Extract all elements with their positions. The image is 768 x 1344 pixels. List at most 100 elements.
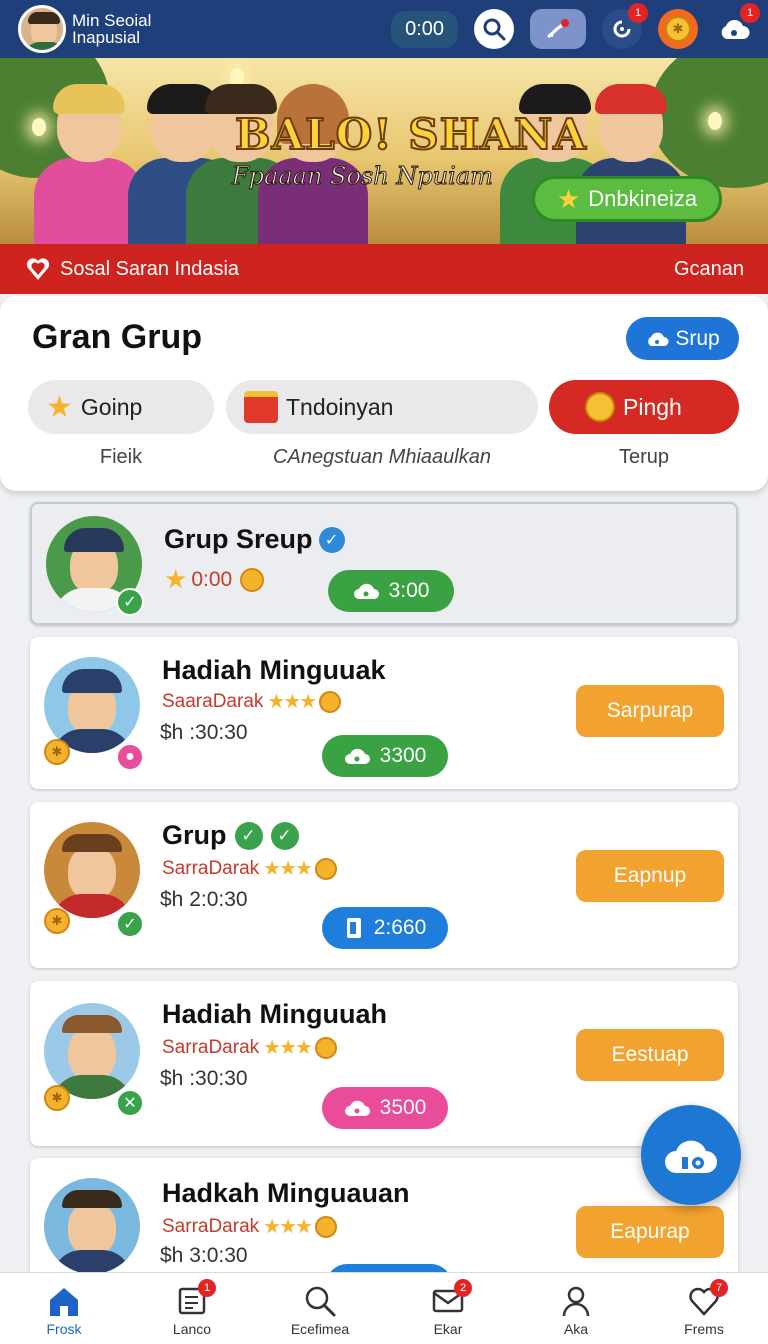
coin-icon: ✱ — [44, 908, 70, 934]
nav-ekar[interactable]: 2 Ekar — [384, 1273, 512, 1344]
reward-chip: 3500 — [322, 1087, 448, 1129]
nav-home[interactable]: Frosk — [0, 1273, 128, 1344]
coin-icon — [240, 567, 265, 592]
cloud-settings-icon — [665, 1140, 717, 1173]
cloud-button[interactable]: 1 — [714, 3, 760, 49]
rating-stars: ★★★ — [263, 858, 313, 880]
cloud-badge: 1 — [740, 3, 760, 23]
timer-display: 0:00 — [391, 10, 458, 48]
star-icon: ★ — [46, 390, 73, 424]
top-app-bar: Min Seoial Inapusial 0:00 1 ✱ 1 — [0, 0, 768, 58]
nav-label: Lanco — [172, 1321, 212, 1337]
list-item[interactable]: ✱ ✓ Grup ✓ ✓ SarraDarak ★★★ $h 2:0:30 2:6… — [30, 802, 738, 968]
list-item[interactable]: ✱ ● Hadiah Minguuak SaaraDarak ★★★ $h :30… — [30, 637, 738, 789]
filter-caption: Fieik — [99, 446, 143, 468]
community-bar[interactable]: Sosal Saran Indasia Gcanan — [0, 244, 768, 294]
reward-chip: 2:660 — [322, 907, 448, 949]
item-time: $h 2:0:30 — [160, 888, 248, 911]
item-sub: SarraDarak ★★★ — [162, 1035, 337, 1060]
cloud-fab-button[interactable] — [641, 1105, 741, 1205]
verified-check-icon: ✕ — [116, 1089, 144, 1117]
star-icon: ★ — [164, 564, 188, 594]
community-right-link[interactable]: Gcanan — [674, 258, 744, 281]
item-title: Grup Sreup ✓ — [164, 524, 345, 555]
search-button[interactable] — [474, 9, 514, 49]
document-icon — [346, 918, 361, 938]
rating-stars: ★★★ — [263, 1216, 313, 1238]
nav-badge: 7 — [710, 1279, 728, 1297]
cloud-icon — [353, 583, 379, 599]
nav-ecefimea[interactable]: Ecefimea — [256, 1273, 384, 1344]
broadcast-button[interactable] — [530, 9, 586, 49]
filter-label: Pingh — [623, 393, 682, 420]
item-title: Hadiah Minguuah — [162, 999, 387, 1029]
cloud-icon — [648, 332, 669, 346]
filter-caption: CAnegstuan Mhiaaulkan — [273, 446, 491, 468]
item-action-button[interactable]: Eapurap — [576, 1206, 724, 1258]
group-card: Gran Grup Srup ★ Goinp Tndoinyan Pingh F… — [0, 296, 768, 491]
list-item[interactable]: ✓ Grup Sreup ✓ ★ 0:00 3:00 — [30, 502, 738, 625]
refresh-icon — [613, 20, 631, 38]
cloud-icon — [344, 748, 370, 764]
check-icon: ✓ — [270, 821, 299, 850]
nav-lanco[interactable]: 1 Lanco — [128, 1273, 256, 1344]
cloud-icon — [344, 1100, 370, 1116]
coin-icon — [314, 857, 337, 880]
item-title: Grup ✓ ✓ — [162, 820, 299, 851]
item-sub: SaaraDarak ★★★ — [162, 689, 342, 714]
rating-stars: ★★★ — [263, 1037, 313, 1059]
heart-location-icon — [26, 258, 50, 280]
coin-button[interactable]: ✱ — [658, 9, 698, 49]
refresh-badge: 1 — [628, 3, 648, 23]
item-action-button[interactable]: Eapnup — [576, 850, 724, 902]
nav-frems[interactable]: 7 Frems — [640, 1273, 768, 1344]
signal-icon — [547, 19, 569, 39]
item-title: Hadkah Minguauan — [162, 1178, 410, 1208]
item-time: $h 3:0:30 — [160, 1244, 248, 1267]
banner-cta-button[interactable]: ★ Dnbkineiza — [532, 176, 722, 222]
search-icon — [483, 18, 506, 41]
verified-icon: ✓ — [318, 526, 345, 553]
app-title: Min Seoial Inapusial — [72, 11, 152, 47]
bottom-nav: Frosk 1 Lanco Ecefimea 2 Ekar Aka 7 Frem… — [0, 1272, 768, 1344]
filter-goinp[interactable]: ★ Goinp — [28, 380, 214, 434]
nav-badge: 1 — [198, 1279, 216, 1297]
srup-label: Srup — [675, 326, 720, 350]
nav-label: Frosk — [46, 1321, 82, 1337]
filter-tndoinyan[interactable]: Tndoinyan — [226, 380, 538, 434]
reward-chip: 3:00 — [328, 570, 454, 612]
coin-icon — [319, 690, 342, 713]
banner-subtitle: Fpaaan Sosh Npuiam — [232, 162, 494, 191]
promo-banner[interactable]: BALO! SHANA Fpaaan Sosh Npuiam ★ Dnbkine… — [0, 58, 768, 244]
refresh-button[interactable]: 1 — [602, 3, 648, 49]
search-icon — [305, 1286, 336, 1317]
rating-stars: ★★★ — [267, 691, 317, 713]
filter-pingh[interactable]: Pingh — [549, 380, 739, 434]
nav-aka[interactable]: Aka — [512, 1273, 640, 1344]
person-icon — [562, 1286, 590, 1317]
nav-label: Aka — [563, 1321, 589, 1337]
home-icon — [50, 1288, 78, 1316]
item-action-button[interactable]: Sarpurap — [576, 685, 724, 737]
nav-label: Frems — [684, 1321, 724, 1337]
item-action-button[interactable]: Eestuap — [576, 1029, 724, 1081]
item-sub: SarraDarak ★★★ — [162, 1214, 337, 1239]
item-title: Hadiah Minguuak — [162, 655, 386, 685]
nav-label: Ekar — [433, 1321, 463, 1337]
filter-label: Goinp — [80, 393, 143, 420]
banner-title: BALO! SHANA — [234, 109, 587, 160]
verified-check-icon: ✓ — [116, 588, 144, 616]
item-sub: SarraDarak ★★★ — [162, 856, 337, 881]
filter-label: Tndoinyan — [286, 393, 394, 420]
coin-icon: ✱ — [665, 16, 691, 42]
check-icon: ✓ — [234, 821, 263, 850]
list-item[interactable]: ✱ ✕ Hadiah Minguuah SarraDarak ★★★ $h :30… — [30, 981, 738, 1146]
nav-label: Ecefimea — [290, 1321, 350, 1337]
reward-chip: 3300 — [322, 735, 448, 777]
profile-avatar[interactable] — [18, 5, 66, 53]
badge-icon: ● — [116, 743, 144, 771]
item-time: $h :30:30 — [160, 721, 248, 744]
coin-icon: ✱ — [44, 739, 70, 765]
srup-button[interactable]: Srup — [626, 317, 739, 360]
filter-caption: Terup — [618, 446, 670, 468]
